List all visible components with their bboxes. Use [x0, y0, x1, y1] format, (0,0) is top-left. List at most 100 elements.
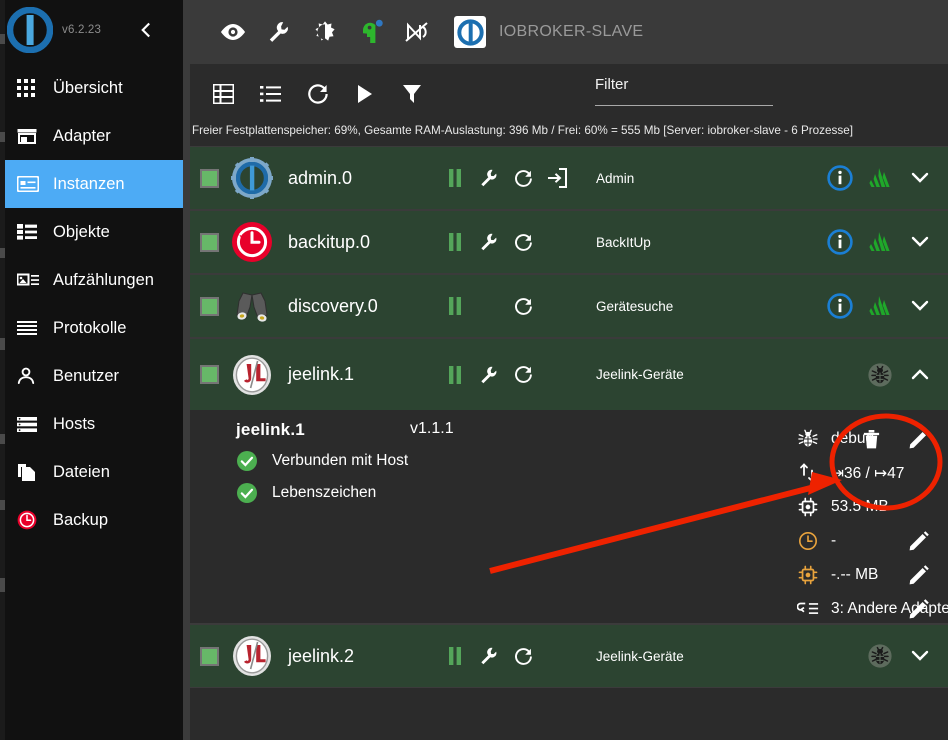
- wrench-icon[interactable]: [472, 639, 506, 673]
- wrench-icon[interactable]: [472, 358, 506, 392]
- info-circle-icon[interactable]: [820, 222, 860, 262]
- chevron-up-icon[interactable]: [900, 355, 940, 395]
- sidebar-item-protokolle[interactable]: Protokolle: [0, 304, 183, 352]
- detail-instance-name: jeelink.1: [236, 420, 305, 439]
- signal-green-icon[interactable]: [860, 158, 900, 198]
- pause-icon[interactable]: [438, 161, 472, 195]
- chevron-down-icon[interactable]: [900, 286, 940, 326]
- sidebar-item-instanzen[interactable]: Instanzen: [0, 160, 183, 208]
- main-area: IOBROKER-SLAVE Filter Freier Festplatten…: [190, 0, 948, 740]
- instance-checkbox[interactable]: [200, 296, 219, 316]
- sidebar-item-dateien[interactable]: Dateien: [0, 448, 183, 496]
- chevron-down-icon[interactable]: [900, 636, 940, 676]
- instances-toolbar: Filter: [190, 64, 948, 124]
- sidebar-item-uebersicht[interactable]: Übersicht: [0, 64, 183, 112]
- no-sync-crossed-icon[interactable]: [394, 9, 440, 55]
- list-view-icon[interactable]: [247, 72, 294, 116]
- host-toolbar: IOBROKER-SLAVE: [190, 0, 948, 64]
- pause-icon[interactable]: [438, 358, 472, 392]
- filter-input[interactable]: [595, 105, 773, 106]
- instance-checkbox[interactable]: [200, 646, 219, 666]
- signal-green-icon[interactable]: [860, 286, 900, 326]
- instance-detail-left: jeelink.1 Verbunden mit Host Lebenszeich…: [236, 420, 408, 504]
- pause-icon[interactable]: [438, 639, 472, 673]
- refresh-icon[interactable]: [506, 161, 540, 195]
- host-badge[interactable]: IOBROKER-SLAVE: [454, 16, 643, 48]
- instance-checkbox[interactable]: [200, 365, 219, 384]
- bug-circle-icon[interactable]: [860, 355, 900, 395]
- cpu-chip-icon: [796, 497, 820, 517]
- host-name: IOBROKER-SLAVE: [499, 23, 644, 40]
- instance-row[interactable]: backitup.0 BackItUp: [190, 210, 948, 274]
- ram-orange-icon: [796, 565, 820, 585]
- brightness-contrast-icon[interactable]: [302, 9, 348, 55]
- play-icon[interactable]: [341, 72, 388, 116]
- refresh-icon[interactable]: [294, 72, 341, 116]
- sidebar-item-benutzer[interactable]: Benutzer: [0, 352, 183, 400]
- eye-icon[interactable]: [210, 9, 256, 55]
- refresh-icon[interactable]: [506, 225, 540, 259]
- pause-icon[interactable]: [438, 289, 472, 323]
- instance-row[interactable]: jeelink.2 Jeelink-Geräte: [190, 624, 948, 688]
- edit-pencil-icon[interactable]: [900, 592, 938, 626]
- edit-pencil-icon[interactable]: [900, 422, 938, 456]
- delete-icon[interactable]: [852, 422, 890, 456]
- detail-status-line: Lebenszeichen: [236, 482, 408, 504]
- sidebar-item-label: Protokolle: [53, 318, 127, 337]
- sidebar-item-backup[interactable]: Backup: [0, 496, 183, 544]
- info-circle-icon[interactable]: [820, 286, 860, 326]
- wrench-icon[interactable]: [472, 225, 506, 259]
- sidebar-item-label: Dateien: [53, 462, 110, 481]
- sidebar-item-aufzaehlungen[interactable]: Aufzählungen: [0, 256, 183, 304]
- scrollbar-thumb[interactable]: [0, 578, 5, 592]
- bug-circle-icon[interactable]: [860, 636, 900, 676]
- sidebar-item-label: Objekte: [53, 222, 110, 241]
- open-tab-icon[interactable]: [540, 161, 574, 195]
- table-view-icon[interactable]: [200, 72, 247, 116]
- refresh-icon[interactable]: [506, 289, 540, 323]
- iobroker-admin-gear-icon: [231, 157, 273, 199]
- instance-title: Jeelink-Geräte: [596, 367, 684, 382]
- refresh-icon[interactable]: [506, 358, 540, 392]
- host-status-line: Freier Festplattenspeicher: 69%, Gesamte…: [192, 124, 853, 137]
- scrollbar-thumb[interactable]: [0, 132, 5, 142]
- instance-name: discovery.0: [288, 295, 378, 316]
- instance-row[interactable]: jeelink.1 Jeelink-Geräte: [190, 338, 948, 410]
- check-circle-green-icon: [236, 450, 258, 472]
- page-scrollbar[interactable]: [0, 0, 5, 740]
- backitup-clock-icon: [231, 221, 273, 263]
- sidebar-item-hosts[interactable]: Hosts: [0, 400, 183, 448]
- edit-pencil-icon[interactable]: [900, 524, 938, 558]
- sidebar-collapse-button[interactable]: [135, 19, 157, 41]
- scrollbar-thumb[interactable]: [0, 338, 5, 350]
- filter-icon[interactable]: [388, 72, 435, 116]
- scrollbar-thumb[interactable]: [0, 34, 5, 44]
- instance-checkbox[interactable]: [200, 168, 219, 188]
- sidebar: v6.2.23 Übersicht Adapter Instanzen Obje…: [0, 0, 183, 740]
- sidebar-item-adapter[interactable]: Adapter: [0, 112, 183, 160]
- scrollbar-thumb[interactable]: [0, 500, 5, 510]
- pause-icon[interactable]: [438, 225, 472, 259]
- instance-row[interactable]: admin.0 Admin: [190, 146, 948, 210]
- grid-dots-icon: [17, 79, 43, 97]
- scrollbar-thumb[interactable]: [0, 434, 5, 444]
- action-row: [818, 422, 948, 456]
- iobroker-admin-window: v6.2.23 Übersicht Adapter Instanzen Obje…: [0, 0, 948, 740]
- chevron-down-icon[interactable]: [900, 158, 940, 198]
- edit-pencil-icon[interactable]: [900, 558, 938, 592]
- iobroker-logo-icon: [6, 6, 54, 54]
- expert-mode-head-icon[interactable]: [348, 9, 394, 55]
- action-row: [818, 558, 948, 592]
- detail-status-line: Verbunden mit Host: [236, 450, 408, 472]
- info-circle-icon[interactable]: [820, 158, 860, 198]
- instance-row[interactable]: discovery.0 Gerätesuche: [190, 274, 948, 338]
- instance-name: admin.0: [288, 167, 353, 188]
- signal-green-icon[interactable]: [860, 222, 900, 262]
- wrench-icon[interactable]: [256, 9, 302, 55]
- sidebar-item-objekte[interactable]: Objekte: [0, 208, 183, 256]
- refresh-icon[interactable]: [506, 639, 540, 673]
- wrench-icon[interactable]: [472, 161, 506, 195]
- chevron-down-icon[interactable]: [900, 222, 940, 262]
- scrollbar-thumb[interactable]: [0, 248, 5, 258]
- instance-checkbox[interactable]: [200, 232, 219, 252]
